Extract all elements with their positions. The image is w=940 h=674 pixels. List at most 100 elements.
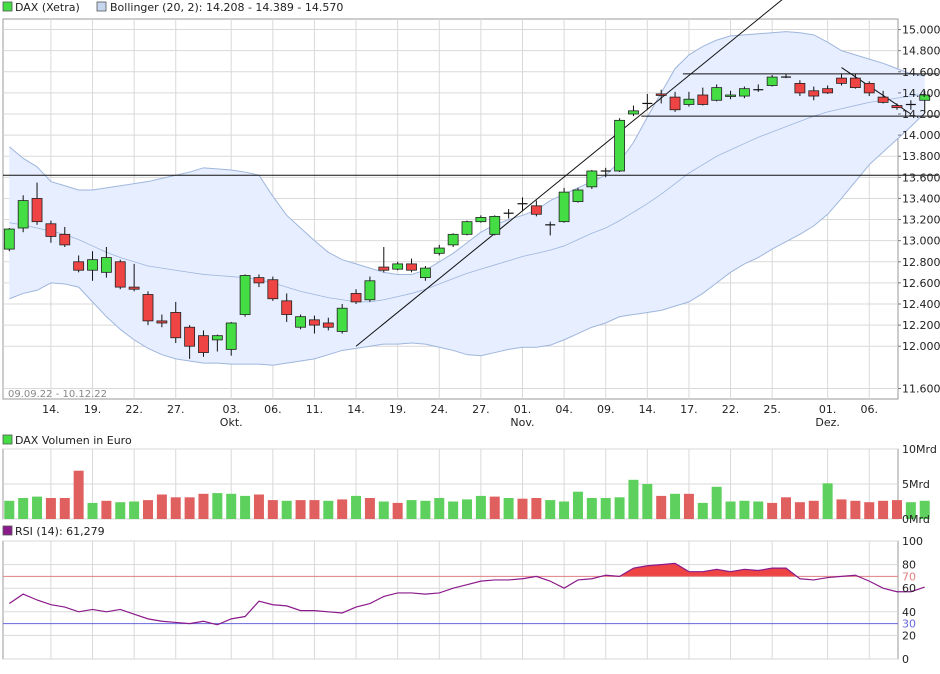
- rsi-level-label: 70: [902, 570, 916, 583]
- price-tick-label: 12.400: [902, 298, 940, 311]
- date-tick-label: 17.: [680, 403, 698, 416]
- volume-bar: [656, 495, 667, 519]
- volume-bar: [170, 497, 181, 519]
- price-tick-label: 14.000: [902, 129, 940, 142]
- volume-bar: [351, 495, 362, 519]
- candle-body: [336, 307, 348, 332]
- volume-tick-label: 5Mrd: [902, 478, 930, 491]
- candle-body: [849, 77, 861, 89]
- date-tick-label: 01.: [514, 403, 532, 416]
- date-tick-label: 04.: [555, 403, 573, 416]
- volume-bar: [434, 498, 445, 519]
- volume-bar: [878, 500, 889, 519]
- volume-bar: [101, 500, 112, 519]
- candle-body: [225, 322, 237, 350]
- date-tick-label: 06.: [860, 403, 878, 416]
- candle-body: [822, 88, 834, 94]
- volume-bar: [767, 502, 778, 519]
- candle: [3, 228, 15, 252]
- candle-body: [59, 233, 71, 246]
- date-tick-label: 14.: [347, 403, 365, 416]
- candle-body: [295, 316, 306, 328]
- volume-bar: [129, 501, 140, 519]
- candle-body: [877, 96, 889, 103]
- price-tick-label: 13.000: [902, 235, 940, 248]
- volume-bar: [545, 500, 556, 519]
- candle: [17, 195, 29, 233]
- candle: [558, 187, 570, 223]
- date-tick-label: 19.: [389, 403, 407, 416]
- date-tick-label: 01.: [819, 403, 837, 416]
- volume-bar: [489, 496, 500, 519]
- candle-body: [267, 279, 279, 300]
- candle-body: [253, 277, 265, 284]
- candle: [739, 86, 750, 99]
- candle: [766, 74, 778, 87]
- candle-body: [114, 261, 126, 288]
- volume-bar: [697, 502, 708, 519]
- month-tick-label: Nov.: [510, 416, 534, 429]
- volume-bar: [586, 498, 597, 519]
- volume-bar: [753, 501, 764, 519]
- volume-bar: [559, 501, 570, 519]
- volume-bar: [670, 493, 681, 519]
- candle-body: [447, 233, 459, 246]
- volume-bar: [87, 502, 98, 519]
- rsi-panel-frame: [2, 540, 899, 660]
- candle-body: [73, 261, 85, 271]
- legend-volume-label: DAX Volumen in Euro: [15, 434, 132, 447]
- volume-bar: [18, 498, 29, 519]
- volume-bar: [73, 470, 84, 519]
- candle-body: [156, 320, 168, 324]
- candle-body: [697, 94, 709, 105]
- volume-bar: [781, 497, 792, 519]
- candle-body: [614, 119, 625, 172]
- candle-body: [17, 200, 29, 229]
- candle-body: [309, 319, 320, 326]
- price-tick-label: 11.600: [902, 382, 940, 395]
- volume-bar: [739, 500, 750, 519]
- candle-body: [739, 88, 750, 97]
- candle: [572, 187, 584, 203]
- rsi-tick-label: 20: [902, 629, 916, 642]
- volume-bar: [864, 502, 875, 519]
- rsi-panel: RSI (14): 61,279 0204060801007030: [2, 525, 925, 666]
- candle-body: [184, 326, 196, 347]
- month-tick-label: Okt.: [220, 416, 243, 429]
- volume-bar: [323, 500, 334, 519]
- candle-body: [378, 266, 390, 271]
- candle-body: [655, 93, 667, 96]
- date-tick-label: 19.: [84, 403, 102, 416]
- volume-bar: [448, 501, 459, 519]
- volume-bar: [517, 498, 528, 519]
- date-tick-label: 03.: [222, 403, 240, 416]
- candle-body: [211, 335, 223, 341]
- candle-body: [766, 76, 778, 86]
- legend-bollinger-label: Bollinger (20, 2): 14.208 - 14.389 - 14.…: [110, 1, 343, 14]
- volume-tick-label: 0Mrd: [902, 513, 930, 526]
- volume-bar: [212, 493, 223, 519]
- price-tick-label: 13.600: [902, 171, 940, 184]
- candle-body: [489, 215, 501, 235]
- price-tick-label: 14.400: [902, 87, 940, 100]
- candle: [114, 259, 126, 290]
- price-tick-label: 12.200: [902, 319, 940, 332]
- volume-bar: [642, 484, 653, 519]
- rsi-axis-ticks: 0204060801007030: [902, 535, 923, 666]
- date-tick-label: 06.: [264, 403, 282, 416]
- candle: [614, 118, 625, 173]
- volume-bar: [600, 498, 611, 519]
- volume-bar: [32, 496, 43, 519]
- candle-body: [808, 90, 820, 97]
- candle-body: [891, 105, 903, 109]
- volume-bar: [614, 497, 625, 519]
- price-tick-label: 13.400: [902, 192, 940, 205]
- candle-body: [572, 189, 584, 203]
- volume-bar: [475, 495, 486, 519]
- price-tick-label: 14.800: [902, 45, 940, 58]
- candle-body: [794, 82, 806, 94]
- date-tick-label: 27.: [167, 403, 185, 416]
- volume-bar: [891, 500, 902, 519]
- candle-body: [669, 96, 681, 111]
- candle-body: [281, 300, 293, 315]
